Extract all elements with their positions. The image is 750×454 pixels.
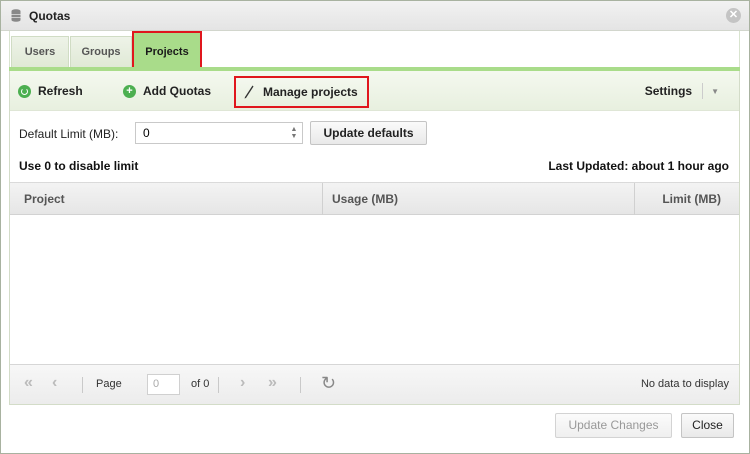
refresh-label: Refresh: [38, 84, 83, 98]
grid-header: Project Usage (MB) Limit (MB): [10, 182, 739, 215]
first-page-icon[interactable]: «: [24, 374, 33, 392]
projects-panel: Refresh + Add Quotas Manage projects Set…: [9, 71, 740, 405]
settings-divider: [702, 83, 704, 99]
page-label: Page: [96, 378, 122, 390]
default-limit-input[interactable]: 0 ▲ ▼: [135, 122, 303, 144]
settings-label: Settings: [644, 84, 693, 98]
spinner-icon[interactable]: ▲ ▼: [290, 126, 298, 140]
last-page-icon[interactable]: »: [268, 374, 277, 392]
previous-page-icon[interactable]: ‹: [52, 374, 57, 392]
quotas-window: Quotas ✕ Users Groups Projects Refresh +…: [0, 0, 750, 454]
default-limit-value: 0: [143, 126, 150, 140]
pager-divider: [300, 377, 301, 393]
next-page-icon[interactable]: ›: [240, 374, 245, 392]
column-project[interactable]: Project: [24, 183, 65, 215]
reload-icon[interactable]: ↻: [321, 373, 336, 394]
column-limit[interactable]: Limit (MB): [662, 183, 721, 215]
database-icon: [11, 9, 21, 22]
column-divider: [322, 183, 323, 215]
pager: « ‹ Page 0 of 0 › » ↻ No data to display: [10, 364, 739, 404]
add-quotas-button[interactable]: + Add Quotas: [123, 82, 211, 100]
page-number-input[interactable]: 0: [147, 374, 180, 395]
pager-divider: [82, 377, 83, 393]
last-updated-text: Last Updated: about 1 hour ago: [548, 159, 729, 173]
default-limit-label: Default Limit (MB):: [19, 127, 119, 141]
update-changes-button[interactable]: Update Changes: [555, 413, 672, 438]
refresh-icon: [18, 84, 31, 98]
add-quotas-label: Add Quotas: [143, 84, 211, 98]
tab-groups[interactable]: Groups: [70, 36, 132, 67]
tab-projects[interactable]: Projects: [132, 31, 202, 71]
pencil-icon: [244, 85, 254, 99]
tab-users[interactable]: Users: [11, 36, 69, 67]
column-usage[interactable]: Usage (MB): [332, 183, 398, 215]
column-divider: [634, 183, 635, 215]
close-icon[interactable]: ✕: [726, 8, 741, 23]
tab-strip: Users Groups Projects: [9, 31, 740, 71]
disable-limit-hint: Use 0 to disable limit: [19, 159, 139, 173]
grid-body: [10, 215, 739, 364]
chevron-down-icon[interactable]: ▼: [711, 87, 719, 96]
refresh-button[interactable]: Refresh: [18, 82, 83, 100]
window-title: Quotas: [29, 9, 71, 23]
pager-status: No data to display: [640, 378, 729, 390]
toolbar: Refresh + Add Quotas Manage projects Set…: [10, 71, 739, 111]
title-bar: Quotas ✕: [1, 1, 749, 31]
manage-projects-label: Manage projects: [263, 85, 358, 99]
pager-divider: [218, 377, 219, 393]
update-defaults-button[interactable]: Update defaults: [310, 121, 427, 145]
settings-button[interactable]: Settings ▼: [645, 82, 719, 100]
manage-projects-button[interactable]: Manage projects: [234, 76, 369, 108]
close-button[interactable]: Close: [681, 413, 734, 438]
add-icon: +: [123, 84, 136, 98]
page-count-label: of 0: [191, 378, 210, 390]
default-limit-row: Default Limit (MB): 0 ▲ ▼ Update defaults: [10, 119, 739, 147]
